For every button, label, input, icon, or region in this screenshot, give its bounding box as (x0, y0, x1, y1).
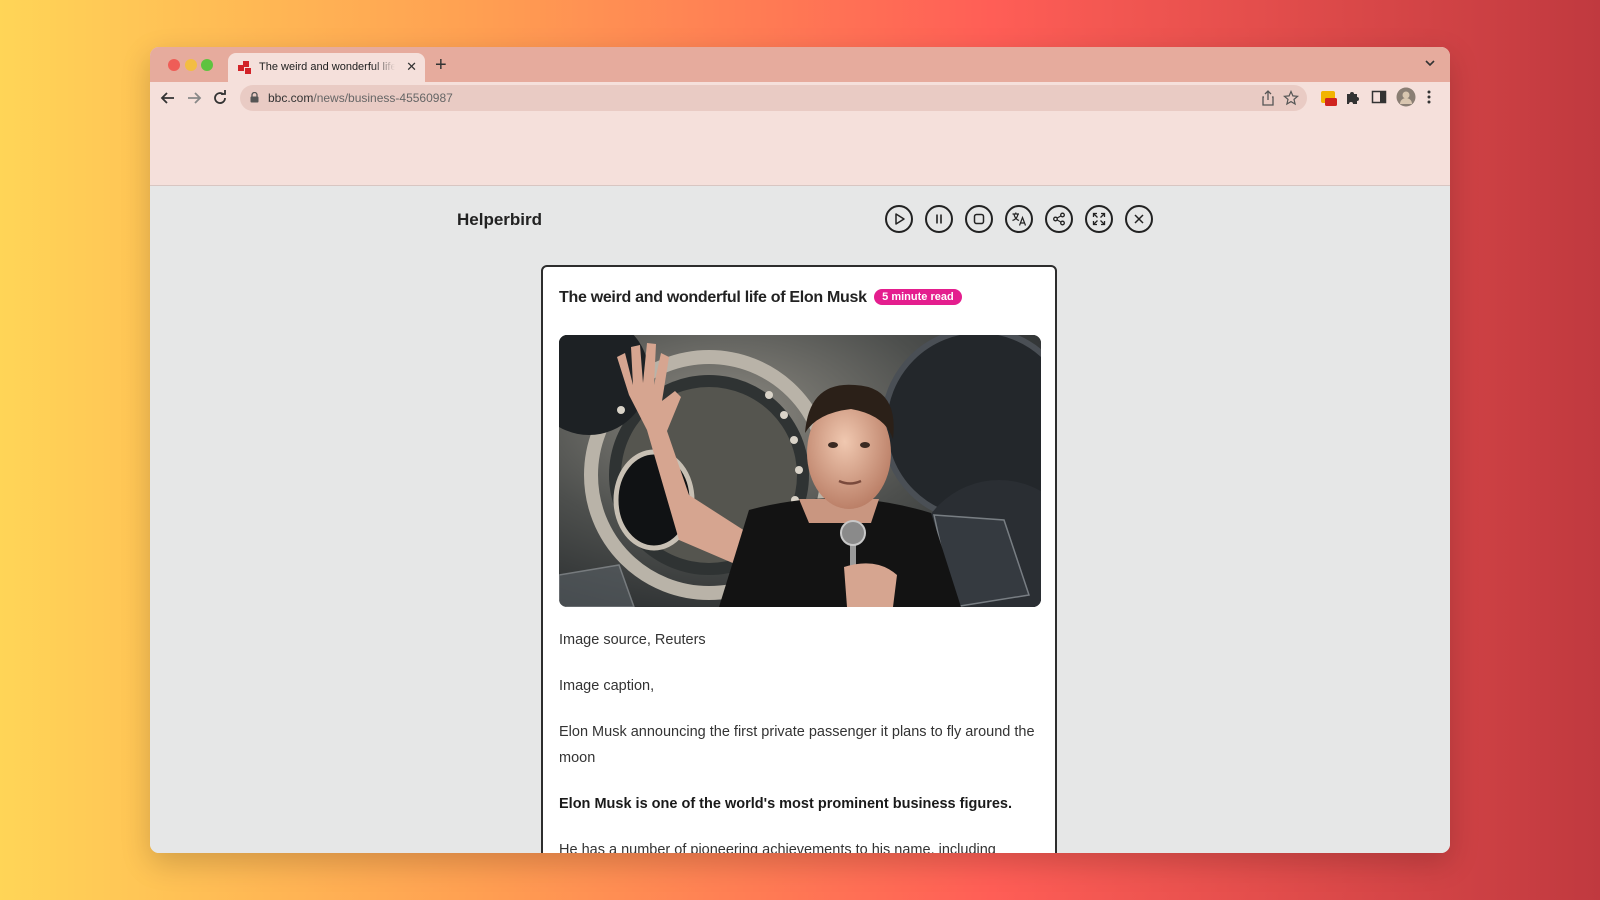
close-reader-button[interactable] (1125, 205, 1153, 233)
minimize-window-button[interactable] (185, 59, 197, 71)
article-title: The weird and wonderful life of Elon Mus… (559, 289, 867, 306)
tab-close-icon[interactable]: ✕ (406, 59, 417, 75)
translate-icon (1012, 212, 1027, 226)
tab-active[interactable]: The weird and wonderful life of Elon Mus… (228, 53, 425, 82)
play-icon (895, 213, 905, 225)
article-image (559, 335, 1041, 607)
stop-button[interactable] (965, 205, 993, 233)
tab-title: The weird and wonderful life of Elon Mus… (259, 61, 395, 73)
translate-button[interactable] (1005, 205, 1033, 233)
fullscreen-button[interactable] (1085, 205, 1113, 233)
article-header: The weird and wonderful life of Elon Mus… (559, 289, 962, 307)
article-card: The weird and wonderful life of Elon Mus… (541, 265, 1057, 853)
browser-window: The weird and wonderful life of Elon Mus… (150, 47, 1450, 853)
article-lead: Elon Musk is one of the world's most pro… (559, 796, 1013, 812)
star-icon[interactable] (1283, 90, 1299, 106)
reload-icon[interactable] (211, 89, 229, 107)
share-button[interactable] (1045, 205, 1073, 233)
chevron-down-icon[interactable] (1424, 57, 1436, 69)
image-caption: Elon Musk announcing the first private p… (559, 724, 1035, 766)
more-options-icon[interactable] (1426, 89, 1432, 105)
image-source: Image source, Reuters (559, 632, 706, 648)
article-photo (559, 335, 1041, 607)
pause-button[interactable] (925, 205, 953, 233)
close-icon (1134, 214, 1144, 224)
url-text[interactable]: bbc.com/news/business-45560987 (268, 91, 453, 105)
puzzle-icon[interactable] (1345, 89, 1361, 105)
stop-icon (973, 213, 985, 225)
reader-view: Helperbird The weird and wonderful life … (150, 186, 1450, 853)
zoom-window-button[interactable] (201, 59, 213, 71)
play-button[interactable] (885, 205, 913, 233)
address-bar[interactable]: bbc.com/news/business-45560987 (240, 85, 1307, 111)
bbc-favicon-icon (238, 61, 252, 75)
pause-icon (936, 214, 942, 224)
extension-badge-icon[interactable] (1320, 89, 1338, 107)
close-window-button[interactable] (168, 59, 180, 71)
fullscreen-icon (1092, 212, 1106, 226)
profile-avatar[interactable] (1396, 87, 1416, 107)
side-panel-icon[interactable] (1371, 89, 1387, 105)
share-page-icon[interactable] (1261, 90, 1275, 106)
tab-strip: The weird and wonderful life of Elon Mus… (150, 47, 1450, 82)
forward-icon[interactable] (185, 89, 203, 107)
read-time-badge: 5 minute read (874, 289, 962, 305)
back-icon[interactable] (159, 89, 177, 107)
lock-icon[interactable] (250, 92, 259, 103)
image-caption-label: Image caption, (559, 678, 655, 694)
share-icon (1053, 212, 1065, 226)
new-tab-button[interactable]: + (435, 53, 447, 77)
app-name: Helperbird (457, 210, 543, 229)
article-body: He has a number of pioneering achievemen… (559, 842, 996, 853)
browser-toolbar: bbc.com/news/business-45560987 (150, 82, 1450, 186)
